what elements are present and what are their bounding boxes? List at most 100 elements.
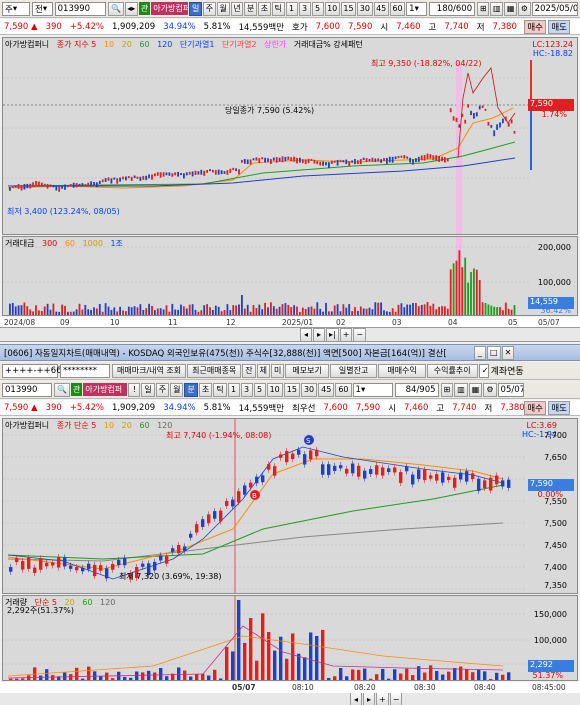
bottom-interval-select[interactable]: 1▾	[352, 382, 393, 397]
period-num-60[interactable]: 60	[389, 1, 406, 16]
bottom-period-minute[interactable]: 분	[184, 382, 198, 397]
sell-button[interactable]: 매도	[548, 19, 570, 34]
bottom-stock-code-input[interactable]: 013990	[2, 382, 52, 397]
bottom-scroll-bar[interactable]: ◂ ▸ + −	[0, 693, 580, 705]
stock-code-input[interactable]: 013990	[54, 1, 107, 16]
zoom-in-icon[interactable]: +	[339, 328, 353, 341]
bottom-period-day[interactable]: 일	[141, 382, 155, 397]
period-num-5[interactable]: 5	[311, 1, 324, 16]
bottom-zoom-icon[interactable]: ⊞	[440, 382, 454, 397]
bottom-min-10[interactable]: 10	[266, 382, 283, 397]
bottom-candle	[291, 453, 295, 460]
top-candle	[238, 169, 240, 175]
top-volume-bar	[420, 304, 423, 315]
warning-icon[interactable]: !	[128, 382, 141, 397]
top-candle	[214, 170, 217, 175]
top-price-chart[interactable]: 아가방컴퍼니 종가 지수 5 10 20 60 120 단기과열1 단기과열2 …	[2, 37, 578, 235]
account-link-checkbox[interactable]: ✓	[478, 363, 489, 378]
period-num-15[interactable]: 15	[340, 1, 357, 16]
b-scroll-left-icon[interactable]: ◂	[350, 693, 362, 705]
bottom-min-45[interactable]: 45	[318, 382, 335, 397]
bottom-min-5[interactable]: 5	[253, 382, 266, 397]
period-num-30[interactable]: 30	[357, 1, 373, 16]
period-num-10[interactable]: 10	[324, 1, 340, 16]
top-x-axis: 2024/08 09 10 11 12 2025/01 02 03 04 05 …	[0, 317, 580, 328]
balance-button[interactable]: 잔	[242, 363, 256, 378]
bottom-period-week[interactable]: 주	[155, 382, 170, 397]
top-volume-bar	[386, 311, 388, 315]
daily-balance-button[interactable]: 일별잔고	[329, 363, 378, 378]
top-scroll-bar[interactable]: ◂ ▸ ▸| + −	[0, 328, 580, 342]
period-num-3[interactable]: 3	[298, 1, 311, 16]
window-min-icon[interactable]: _	[474, 345, 486, 360]
period-minute-button[interactable]: 분	[244, 1, 258, 16]
bottom-date-input[interactable]: 05/07	[497, 382, 524, 397]
bottom-chart-icon[interactable]: ▥	[454, 382, 468, 397]
window-close-icon[interactable]: ✕	[501, 345, 515, 360]
b-scroll-right-icon[interactable]: ▸	[363, 693, 375, 705]
window-max-icon[interactable]: □	[487, 345, 501, 360]
period-week-button[interactable]: 주	[203, 1, 216, 16]
period-month-button[interactable]: 월	[216, 1, 230, 16]
bottom-period-month[interactable]: 월	[170, 382, 184, 397]
bottom-min-60[interactable]: 60	[335, 382, 352, 397]
bottom-period-second[interactable]: 초	[198, 382, 213, 397]
scroll-left-icon[interactable]: ◂	[300, 328, 312, 341]
period-day-button[interactable]: 일	[189, 1, 203, 16]
unfilled-button[interactable]: 미	[271, 363, 285, 378]
count-input[interactable]: 180/600	[428, 1, 476, 16]
top-candle	[72, 182, 75, 188]
top-candle	[368, 158, 371, 162]
top-volume-bar	[17, 305, 20, 315]
interval-select[interactable]: 1▾	[406, 1, 427, 16]
market-select[interactable]: 전 ▾	[31, 1, 53, 16]
search-icon[interactable]: 🔍	[108, 1, 124, 16]
bottom-count-input[interactable]: 84/905	[394, 382, 439, 397]
bottom-min-3[interactable]: 3	[240, 382, 253, 397]
trade-profit-button[interactable]: 매매수익	[378, 363, 426, 378]
bottom-window-titlebar[interactable]: [0606] 자동일지차트(매매내역) - KOSDAQ 외국인보유(475(천…	[0, 344, 580, 361]
bottom-settings-icon[interactable]: ⚙	[483, 382, 497, 397]
b-sell-button[interactable]: 매도	[548, 400, 570, 415]
account-field[interactable]: ++++-++66	[2, 363, 62, 378]
memo-button[interactable]: 메모보기	[285, 363, 329, 378]
b-zoom-in-icon[interactable]: +	[376, 693, 389, 705]
top-volume-bar	[217, 306, 220, 315]
return-trend-button[interactable]: 수익률추이	[426, 363, 478, 378]
bottom-min-30[interactable]: 30	[300, 382, 318, 397]
period-tick-button[interactable]: 틱	[271, 1, 285, 16]
bottom-min-1[interactable]: 1	[227, 382, 240, 397]
b-buy-button[interactable]: 매수	[524, 400, 546, 415]
bottom-grid-icon[interactable]: ▦	[468, 382, 483, 397]
buy-button[interactable]: 매수	[524, 19, 546, 34]
bottom-volume-chart[interactable]: 거래량 단순 5 20 60 120 2,292주(51.37%) 150,00…	[2, 595, 578, 681]
grid-icon[interactable]: ▦	[504, 1, 518, 16]
period-second-button[interactable]: 초	[258, 1, 271, 16]
bottom-search-icon[interactable]: 🔍	[54, 382, 70, 397]
bottom-min-15[interactable]: 15	[283, 382, 300, 397]
bottom-candle	[447, 476, 451, 481]
zoom-out-icon[interactable]: −	[353, 328, 367, 341]
password-field[interactable]: ********	[60, 363, 110, 378]
chart-icon[interactable]: ▥	[490, 1, 504, 16]
scroll-right-icon[interactable]: ▸	[313, 328, 325, 341]
recent-stocks-button[interactable]: 최근매매종목	[187, 363, 242, 378]
prev-next-icon[interactable]: ◂▸	[124, 1, 138, 16]
period-num-45[interactable]: 45	[373, 1, 389, 16]
top-volume-bar	[20, 305, 23, 315]
top-volume-chart[interactable]: 거래대금 300 60 1000 1조 200,000 100,000 14,5…	[2, 236, 578, 316]
settings-icon[interactable]: ⚙	[518, 1, 531, 16]
period-year-button[interactable]: 년	[230, 1, 244, 16]
bottom-candle	[423, 469, 427, 481]
top-candle	[203, 170, 206, 176]
b-zoom-out-icon[interactable]: −	[389, 693, 403, 705]
date-input[interactable]: 2025/05/07	[531, 1, 578, 16]
scroll-end-icon[interactable]: ▸|	[326, 328, 339, 341]
chart-mode-select[interactable]: 주 ▾	[2, 1, 30, 16]
bottom-period-tick[interactable]: 틱	[213, 382, 227, 397]
bottom-price-chart[interactable]: B S 아가방컴퍼니 종가 단순 5 10 20 60 120 LC:3.69 …	[2, 418, 578, 594]
zoom-icon[interactable]: ⊞	[477, 1, 490, 16]
filled-button[interactable]: 체	[256, 363, 271, 378]
trade-mark-button[interactable]: 매매마크/내역 조회	[112, 363, 187, 378]
period-num-1[interactable]: 1	[285, 1, 298, 16]
